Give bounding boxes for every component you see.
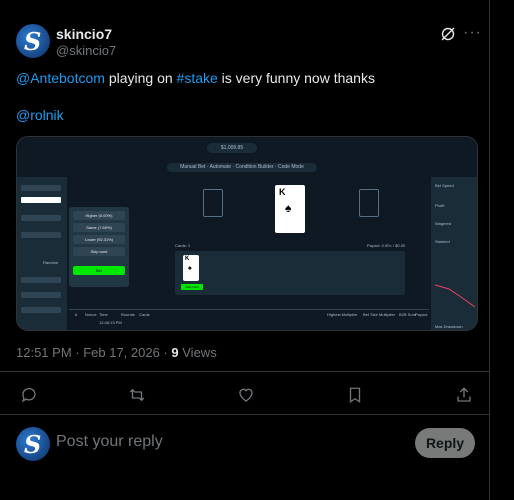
mode-tabs: Manual Bet · Automate · Condition Builde… bbox=[167, 163, 317, 172]
author-display-name[interactable]: skincio7 bbox=[56, 26, 112, 42]
balance-pill: $1,009.85 bbox=[207, 143, 257, 153]
mention-antebot[interactable]: @Antebotcom bbox=[16, 70, 105, 86]
left-random-label: Random bbox=[43, 260, 59, 265]
history-col-nonce: Nonce bbox=[85, 312, 97, 317]
views-label: Views bbox=[182, 345, 217, 360]
retweet-icon[interactable] bbox=[128, 386, 146, 404]
tab-condition: Condition Builder bbox=[235, 164, 274, 170]
history-col-rounds: Rounds bbox=[121, 312, 135, 317]
max-drawdown-label: Max Drawdown bbox=[435, 324, 463, 329]
tab-code: Code Mode bbox=[278, 164, 304, 170]
card-placeholder-right bbox=[359, 189, 379, 217]
share-icon[interactable] bbox=[455, 386, 473, 404]
card-history-strip: K ♠ Start Card bbox=[175, 251, 405, 295]
reply-input[interactable]: Post your reply bbox=[56, 433, 163, 451]
higher-option[interactable]: Higher (0.00%) bbox=[73, 211, 125, 220]
tweet-media-image[interactable]: $1,009.85 Manual Bet · Automate · Condit… bbox=[16, 136, 478, 331]
history-table: # Nonce Time Rounds Cards Highest Multip… bbox=[69, 309, 429, 330]
history-col-cards: Cards bbox=[139, 312, 150, 317]
start-card-badge: Start Card bbox=[181, 284, 203, 290]
bet-speed-label: Bet Speed bbox=[435, 183, 454, 188]
app-left-panel: Random bbox=[17, 177, 67, 330]
wagered-label: Wagered bbox=[435, 221, 452, 226]
same-option[interactable]: Same (7.69%) bbox=[73, 223, 125, 232]
card-placeholder-left bbox=[203, 189, 223, 217]
views-count: 9 bbox=[171, 345, 179, 360]
balance-text: $1,009.85 bbox=[220, 145, 244, 151]
history-col-hash: # bbox=[75, 312, 78, 317]
history-col-highest-multiplier: Highest Multiplier bbox=[327, 312, 358, 317]
small-card-rank: K bbox=[185, 256, 190, 262]
profit-graph bbox=[435, 284, 475, 308]
small-card: K ♠ bbox=[183, 255, 199, 281]
more-icon[interactable]: ··· bbox=[463, 24, 482, 42]
tweet-timestamp[interactable]: 12:51 PM · Feb 17, 2026 · bbox=[16, 345, 168, 360]
tweet-meta: 12:51 PM · Feb 17, 2026 · 9 Views bbox=[16, 345, 217, 360]
app-right-panel: Bet Speed Profit Wagered Stashed Max Dra… bbox=[431, 177, 477, 330]
heart-icon[interactable] bbox=[237, 386, 255, 404]
payout-label: Payout: 0.00× / $0.00 bbox=[367, 243, 406, 248]
history-row-time: 12:48:13 PM bbox=[99, 320, 122, 325]
big-card: K ♠ bbox=[275, 185, 305, 233]
grok-icon[interactable] bbox=[440, 26, 456, 42]
avatar-letter: S bbox=[24, 27, 42, 56]
history-col-payout: Payout bbox=[415, 312, 428, 317]
bet-options-panel: Higher (0.00%) Same (7.69%) Lower (92.31… bbox=[69, 207, 129, 287]
hashtag-stake[interactable]: #stake bbox=[177, 70, 218, 86]
tweet-text: @Antebotcom playing on #stake is very fu… bbox=[16, 68, 486, 88]
bet-button[interactable]: Bet bbox=[73, 266, 125, 275]
column-divider bbox=[489, 0, 490, 500]
history-col-bet-size: Bet Size bbox=[363, 312, 378, 317]
history-col-b2b-sum: B2B Sum bbox=[399, 312, 416, 317]
current-user-avatar[interactable]: S bbox=[16, 427, 50, 461]
separator-bottom bbox=[0, 414, 490, 415]
skip-option[interactable]: Skip card bbox=[73, 247, 125, 256]
big-card-rank: K bbox=[279, 187, 286, 197]
avatar-letter: S bbox=[24, 430, 42, 459]
tweet-text-part1: playing on bbox=[108, 70, 173, 86]
profit-label: Profit bbox=[435, 203, 445, 208]
author-handle[interactable]: @skincio7 bbox=[56, 43, 116, 58]
bookmark-icon[interactable] bbox=[346, 386, 364, 404]
history-col-time: Time bbox=[99, 312, 108, 317]
tab-manual: Manual Bet bbox=[180, 164, 206, 170]
history-col-multiplier: Multiplier bbox=[379, 312, 396, 317]
lower-option[interactable]: Lower (92.31%) bbox=[73, 235, 125, 244]
app-top-bar: $1,009.85 Manual Bet · Automate · Condit… bbox=[17, 137, 477, 177]
tab-automate: Automate bbox=[209, 164, 231, 170]
author-avatar[interactable]: S bbox=[16, 24, 50, 58]
separator-top bbox=[0, 371, 490, 372]
cards-label: Cards: 1 bbox=[175, 243, 191, 248]
reply-button[interactable]: Reply bbox=[415, 428, 475, 458]
mention-rolnik[interactable]: @rolnik bbox=[16, 107, 64, 123]
tweet-text-part2: is very funny now thanks bbox=[221, 70, 375, 86]
stashed-label: Stashed bbox=[435, 239, 450, 244]
comment-icon[interactable] bbox=[20, 386, 38, 404]
